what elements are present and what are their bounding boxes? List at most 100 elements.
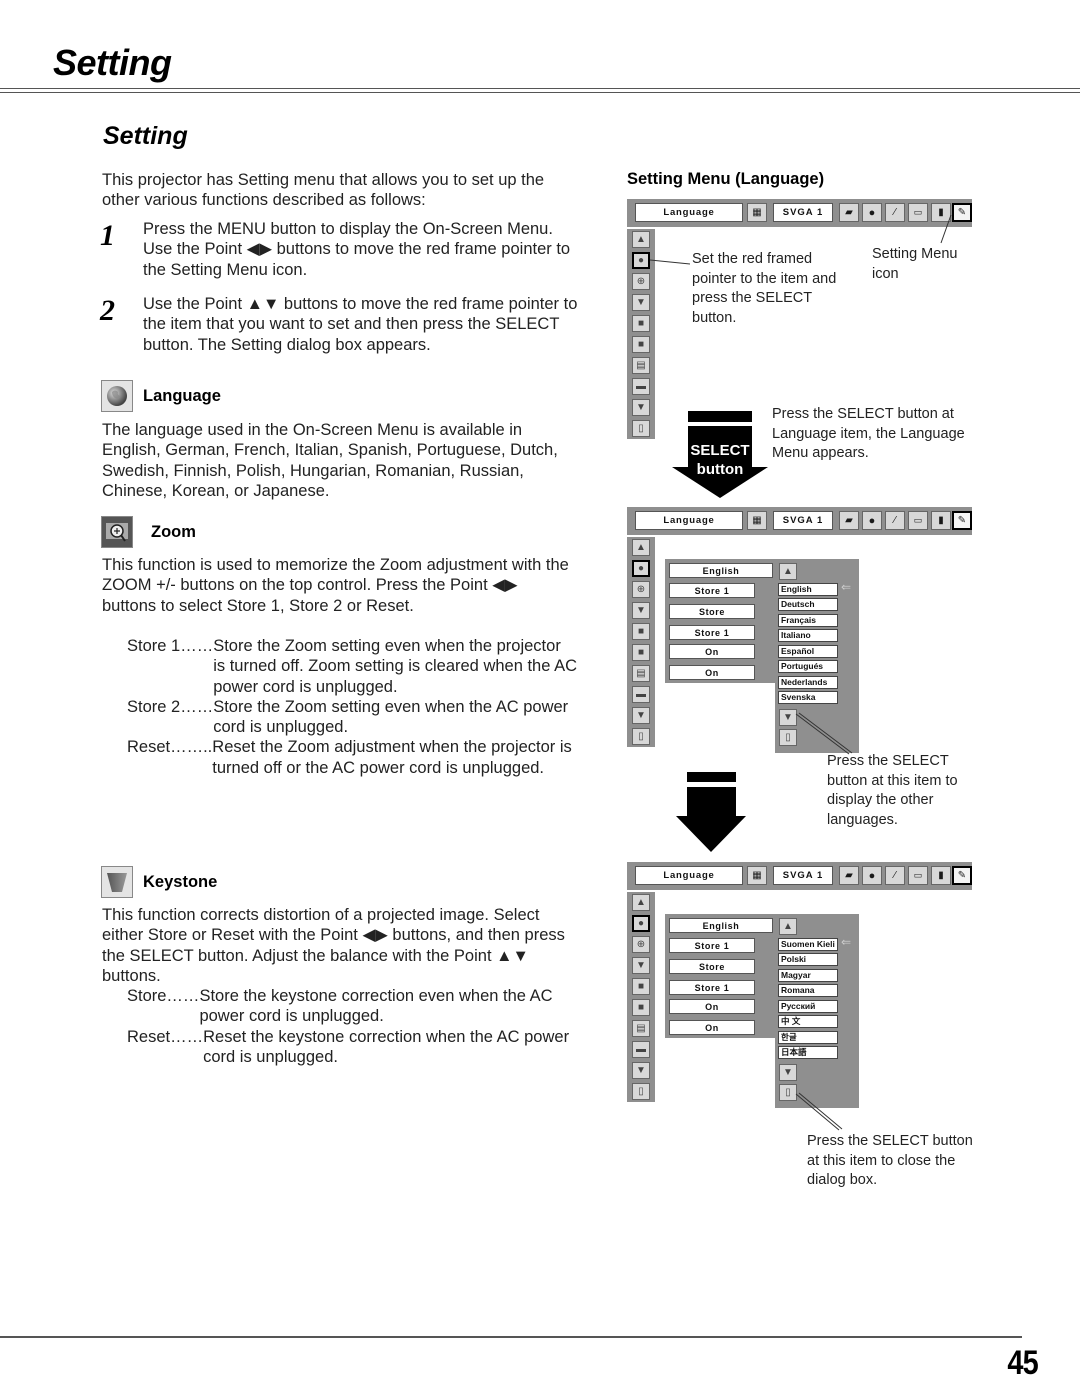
select-arrow-label: SELECT (690, 442, 750, 459)
sound-icon[interactable]: ▮ (931, 511, 951, 530)
keystone-icon[interactable]: ▼ (632, 957, 650, 974)
logo-icon[interactable]: ▤ (632, 665, 650, 682)
panel-value-language[interactable]: English (669, 918, 773, 933)
pc-adjust-icon[interactable]: ▰ (839, 203, 859, 222)
language-icon[interactable]: ● (632, 915, 650, 932)
keystone-icon[interactable]: ▼ (632, 602, 650, 619)
down-icon[interactable]: ▼ (632, 1062, 650, 1079)
up-icon[interactable]: ▲ (779, 563, 797, 580)
language-option[interactable]: Portugués (778, 660, 838, 673)
title-rule (0, 88, 1080, 93)
pc-adjust-icon[interactable]: ▰ (839, 866, 859, 885)
language-option[interactable]: Suomen Kieli (778, 938, 838, 951)
step-number: 1 (100, 219, 115, 252)
screen-icon[interactable]: ▭ (908, 511, 928, 530)
keystone-icon[interactable]: ▼ (632, 294, 650, 311)
osd-menu-bar: Language ▦ SVGA 1 ▰ ● ⁄ ▭ ▮ ✎ (627, 862, 972, 890)
language-option[interactable]: Español (778, 645, 838, 658)
intro-text: This projector has Setting menu that all… (102, 171, 545, 210)
language-option[interactable]: Nederlands (778, 676, 838, 689)
language-heading: Language (101, 380, 221, 412)
language-option[interactable]: 한글 (778, 1031, 838, 1044)
logo-icon[interactable]: ▤ (632, 357, 650, 374)
logo-icon[interactable]: ▤ (632, 1020, 650, 1037)
display-icon[interactable]: ■ (632, 999, 650, 1016)
image-adjust-icon[interactable]: ⁄ (885, 866, 905, 885)
language-option[interactable]: Polski (778, 953, 838, 966)
display-icon[interactable]: ■ (632, 336, 650, 353)
language-option[interactable]: Русский (778, 1000, 838, 1013)
image-adjust-icon[interactable]: ⁄ (885, 511, 905, 530)
up-icon[interactable]: ▲ (632, 231, 650, 248)
option-term: Store…… (127, 987, 200, 1005)
panel-value-language[interactable]: English (669, 563, 773, 578)
footer-rule (0, 1336, 1022, 1338)
up-icon[interactable]: ▲ (632, 894, 650, 911)
exit-icon[interactable]: ▯ (632, 1083, 650, 1100)
down-icon[interactable]: ▼ (632, 707, 650, 724)
language-option[interactable]: Français (778, 614, 838, 627)
panel-value-zoom[interactable]: Store 1 (669, 938, 755, 953)
language-option[interactable]: Italiano (778, 629, 838, 642)
screen-icon[interactable]: ▭ (908, 866, 928, 885)
input-icon[interactable]: ▦ (747, 866, 767, 885)
up-icon[interactable]: ▲ (779, 918, 797, 935)
image-select-icon[interactable]: ● (862, 866, 882, 885)
logo-select-icon[interactable]: ▬ (632, 378, 650, 395)
panel-value-display[interactable]: On (669, 999, 755, 1014)
section-title: Setting (103, 122, 188, 150)
option-text: Store the Zoom setting even when the AC … (213, 697, 569, 737)
language-icon[interactable]: ● (632, 560, 650, 577)
option-text: Store the keystone correction even when … (199, 987, 553, 1026)
background-icon[interactable]: ■ (632, 623, 650, 640)
language-option[interactable]: 中 文 (778, 1015, 838, 1028)
pc-adjust-icon[interactable]: ▰ (839, 511, 859, 530)
setting-icon[interactable]: ✎ (952, 866, 972, 885)
callout-press-select-language: Press the SELECT button at Language item… (772, 406, 965, 461)
panel-value-logo[interactable]: On (669, 1020, 755, 1035)
setting-icon[interactable]: ✎ (952, 203, 972, 222)
input-icon[interactable]: ▦ (747, 511, 767, 530)
osd-menu-label: Language (635, 511, 743, 530)
language-icon[interactable]: ● (632, 252, 650, 269)
image-select-icon[interactable]: ● (862, 511, 882, 530)
language-option[interactable]: Svenska (778, 691, 838, 704)
keystone-heading-label: Keystone (143, 872, 218, 891)
background-icon[interactable]: ■ (632, 978, 650, 995)
logo-select-icon[interactable]: ▬ (632, 686, 650, 703)
display-icon[interactable]: ■ (632, 644, 650, 661)
language-option[interactable]: Magyar (778, 969, 838, 982)
screen-icon[interactable]: ▭ (908, 203, 928, 222)
language-option[interactable]: 日本語 (778, 1046, 838, 1059)
zoom-description: This function is used to memorize the Zo… (102, 556, 569, 615)
zoom-icon[interactable]: ⊕ (632, 273, 650, 290)
panel-value-display[interactable]: On (669, 644, 755, 659)
panel-value-keystone[interactable]: Store (669, 604, 755, 619)
language-option[interactable]: Romana (778, 984, 838, 997)
sound-icon[interactable]: ▮ (931, 866, 951, 885)
language-option[interactable]: Deutsch (778, 598, 838, 611)
panel-value-logo[interactable]: On (669, 665, 755, 680)
image-select-icon[interactable]: ● (862, 203, 882, 222)
panel-value-background[interactable]: Store 1 (669, 625, 755, 640)
up-icon[interactable]: ▲ (632, 539, 650, 556)
down-icon[interactable]: ▼ (779, 1064, 797, 1081)
osd-side-menu: ▲ ● ⊕ ▼ ■ ■ ▤ ▬ ▼ ▯ (627, 892, 655, 1102)
exit-icon[interactable]: ▯ (632, 420, 650, 437)
down-icon[interactable]: ▼ (632, 399, 650, 416)
panel-value-background[interactable]: Store 1 (669, 980, 755, 995)
exit-icon[interactable]: ▯ (632, 728, 650, 745)
setting-icon[interactable]: ✎ (952, 511, 972, 530)
input-icon[interactable]: ▦ (747, 203, 767, 222)
logo-select-icon[interactable]: ▬ (632, 1041, 650, 1058)
zoom-options: Store 1…… Store the Zoom setting even wh… (127, 636, 577, 778)
image-adjust-icon[interactable]: ⁄ (885, 203, 905, 222)
language-option[interactable]: English (778, 583, 838, 596)
zoom-icon[interactable]: ⊕ (632, 936, 650, 953)
zoom-icon[interactable]: ⊕ (632, 581, 650, 598)
background-icon[interactable]: ■ (632, 315, 650, 332)
panel-value-keystone[interactable]: Store (669, 959, 755, 974)
keystone-option: Store…… Store the keystone correction ev… (127, 986, 577, 1027)
language-heading-label: Language (143, 386, 221, 405)
panel-value-zoom[interactable]: Store 1 (669, 583, 755, 598)
